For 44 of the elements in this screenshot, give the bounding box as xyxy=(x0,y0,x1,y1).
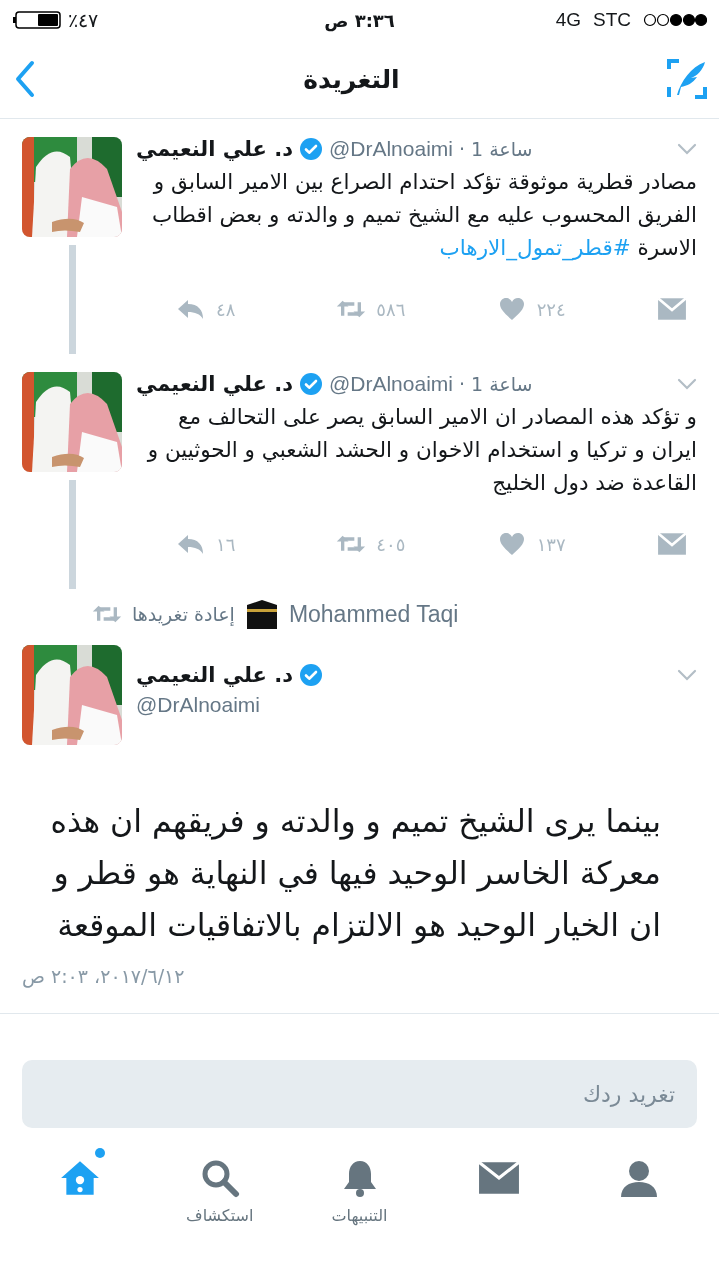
battery-percent: ٪٤٧ xyxy=(68,8,98,32)
hashtag-link[interactable]: #قطر_تمول_الارهاب xyxy=(439,235,631,260)
tweet-text: مصادر قطرية موثوقة تؤكد احتدام الصراع بين الامير السابق و الفريق المحسوب عليه مع الشيخ تميم و والدته و بعض اقطاب الاسرة #قطر_تمول_الارهاب xyxy=(151,168,697,263)
author-handle: @DrAlnoaimi xyxy=(328,372,453,396)
page-title: التغريدة xyxy=(303,64,400,94)
like-count: ١٣٧ xyxy=(536,533,566,555)
reply-icon[interactable] xyxy=(176,297,206,321)
carrier-name: STC xyxy=(593,9,631,31)
tab-bar-item[interactable]: التنبيهات xyxy=(304,1146,415,1225)
author-name: د. علي النعيمي xyxy=(136,137,293,161)
signal-icon xyxy=(643,13,707,27)
author-handle: @DrAlnoaimi xyxy=(328,137,453,161)
author-name: د. علي النعيمي xyxy=(136,663,293,687)
chevron-down-icon[interactable] xyxy=(677,378,697,390)
envelope-icon[interactable] xyxy=(657,297,687,321)
tweet-time: 1 ساعة xyxy=(471,138,533,160)
reply-count: ١٦ xyxy=(216,533,236,555)
reply-count: ٤٨ xyxy=(216,298,236,320)
tweet-text: و تؤكد هذه المصادر ان الامير السابق يصر على التحالف مع ايران و تركيا و استخدام الاخوان و الحشد الشعبي و الحوثيين و القاعدة ضد دول الخليج xyxy=(146,403,697,497)
battery-icon xyxy=(12,11,62,29)
tab-bar-item[interactable]: استكشاف xyxy=(164,1146,275,1225)
tweet-time: 1 ساعة xyxy=(471,373,533,395)
author-name: د. علي النعيمي xyxy=(136,372,293,396)
envelope-icon[interactable] xyxy=(657,532,687,556)
reply-field[interactable]: تغريد ردك xyxy=(22,1060,697,1128)
network-type: 4G xyxy=(555,9,581,31)
tweet-text: بينما يرى الشيخ تميم و والدته و فريقهم ان هذه معركة الخاسر الوحيد فيها في النهاية هو قطر و ان الخيار الوحيد هو الالتزام بالاتفاقيات الموقعة xyxy=(49,802,661,946)
back-icon[interactable] xyxy=(14,60,36,98)
chevron-down-icon[interactable] xyxy=(677,669,697,681)
kaaba-icon xyxy=(244,597,279,631)
retweet-icon[interactable] xyxy=(92,604,122,624)
reply-icon[interactable] xyxy=(176,532,206,556)
separator-dot: · xyxy=(458,138,465,160)
retweeted-label: إعادة تغريدها xyxy=(132,603,235,625)
retweet-count: ٤٠٥ xyxy=(376,533,406,555)
separator-dot: · xyxy=(458,373,465,395)
chevron-down-icon[interactable] xyxy=(677,143,697,155)
author-handle: @DrAlnoaimi xyxy=(136,693,261,717)
tweet-timestamp: ٢٠١٧/٦/١٢، ٢:٠٣ ص xyxy=(22,965,185,987)
feather-icon[interactable] xyxy=(667,59,707,99)
like-count: ٢٢٤ xyxy=(536,298,566,320)
retweeter-name[interactable]: Mohammed Taqi xyxy=(288,600,459,628)
retweet-count: ٥٨٦ xyxy=(376,298,406,320)
clock: ٣:٣٦ ص xyxy=(324,9,395,31)
